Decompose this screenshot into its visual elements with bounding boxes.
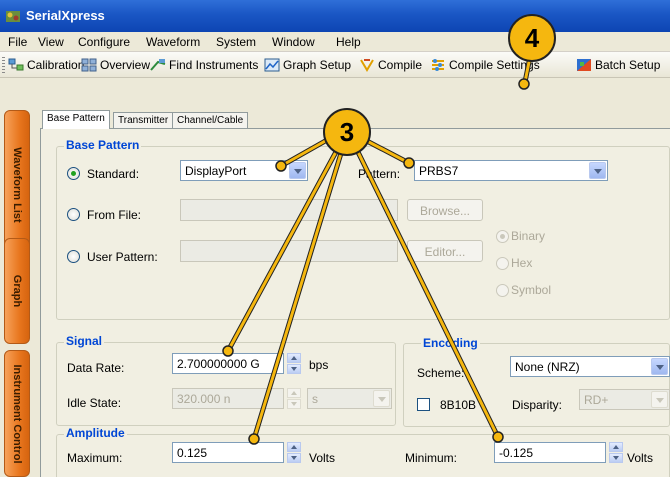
- pattern-label: Pattern:: [358, 167, 401, 181]
- graph-setup-button[interactable]: Graph Setup: [264, 57, 351, 73]
- overview-button[interactable]: Overview: [81, 57, 150, 73]
- side-tab-instrument-control[interactable]: Instrument Control: [4, 350, 30, 477]
- batch-setup-button[interactable]: Batch Setup: [576, 57, 660, 73]
- menu-view[interactable]: View: [38, 35, 64, 49]
- user-pattern-label: User Pattern:: [87, 250, 158, 264]
- standard-label: Standard:: [87, 167, 140, 181]
- calibration-label: Calibration: [27, 58, 85, 72]
- minimum-label: Minimum:: [405, 451, 458, 465]
- data-rate-unit: bps: [309, 358, 329, 372]
- batch-setup-icon: [577, 59, 591, 71]
- pattern-value: PRBS7: [419, 164, 459, 178]
- standard-value: DisplayPort: [185, 164, 247, 178]
- window-title: SerialXpress: [26, 8, 105, 23]
- maximum-unit: Volts: [309, 451, 336, 465]
- graph-setup-icon: [264, 58, 280, 72]
- from-file-radio[interactable]: [67, 208, 80, 221]
- side-tab-label: Waveform List: [11, 147, 23, 223]
- side-tab-label: Instrument Control: [11, 364, 23, 463]
- tab-channel-cable[interactable]: Channel/Cable: [172, 112, 249, 128]
- menu-waveform[interactable]: Waveform: [146, 35, 200, 49]
- from-file-input[interactable]: [180, 199, 398, 221]
- scheme-value: None (NRZ): [515, 360, 580, 374]
- callout-4: 4: [508, 14, 556, 62]
- hex-label: Hex: [511, 256, 533, 270]
- chevron-down-icon[interactable]: [589, 162, 606, 179]
- browse-button[interactable]: Browse...: [407, 199, 483, 221]
- menu-help[interactable]: Help: [336, 35, 361, 49]
- idle-state-unit-select[interactable]: s: [307, 388, 392, 409]
- compile-icon: [360, 59, 374, 72]
- disparity-label: Disparity:: [512, 398, 563, 412]
- standard-radio[interactable]: [67, 167, 80, 180]
- side-tab-graph[interactable]: Graph: [4, 238, 30, 344]
- disparity-value: RD+: [584, 393, 609, 407]
- maximum-input[interactable]: 0.125: [172, 442, 284, 463]
- toolbar: Calibration Overview Find Instruments Gr…: [0, 52, 670, 78]
- from-file-label: From File:: [87, 208, 141, 222]
- data-rate-label: Data Rate:: [67, 361, 125, 375]
- find-instruments-button[interactable]: Find Instruments: [150, 57, 258, 73]
- callout-3: 3: [323, 108, 371, 156]
- compile-label: Compile: [378, 58, 423, 72]
- graph-setup-label: Graph Setup: [283, 58, 352, 72]
- standard-select[interactable]: DisplayPort: [180, 160, 308, 181]
- scheme-select[interactable]: None (NRZ): [510, 356, 670, 377]
- title-bar: SerialXpress: [0, 0, 670, 32]
- disparity-select[interactable]: RD+: [579, 389, 670, 410]
- side-tab-label: Graph: [11, 274, 23, 308]
- amplitude-group-title: Amplitude: [64, 426, 127, 440]
- calibration-button[interactable]: Calibration: [8, 57, 84, 73]
- tab-transmitter[interactable]: Transmitter: [113, 112, 174, 128]
- minimum-stepper[interactable]: [609, 442, 623, 463]
- editor-button[interactable]: Editor...: [407, 240, 483, 262]
- minimum-unit: Volts: [627, 451, 654, 465]
- 8b10b-checkbox[interactable]: [417, 398, 430, 411]
- data-rate-input[interactable]: 2.700000000 G: [172, 353, 284, 374]
- binary-label: Binary: [511, 229, 546, 243]
- menu-file[interactable]: File: [8, 35, 27, 49]
- side-tab-strip: Waveform List Graph Instrument Control: [0, 78, 36, 477]
- idle-state-input[interactable]: 320.000 n: [172, 388, 284, 409]
- find-instruments-label: Find Instruments: [169, 58, 259, 72]
- symbol-radio[interactable]: [496, 284, 509, 297]
- pattern-select[interactable]: PRBS7: [414, 160, 608, 181]
- user-pattern-radio[interactable]: [67, 250, 80, 263]
- app-icon: [6, 11, 20, 22]
- calibration-icon: [8, 58, 24, 71]
- maximum-stepper[interactable]: [287, 442, 301, 463]
- binary-radio[interactable]: [496, 230, 509, 243]
- idle-state-label: Idle State:: [67, 396, 122, 410]
- base-pattern-group-title: Base Pattern: [64, 138, 142, 152]
- minimum-input[interactable]: -0.125: [494, 442, 606, 463]
- idle-state-unit: s: [312, 392, 318, 406]
- menu-system[interactable]: System: [216, 35, 256, 49]
- signal-group-title: Signal: [64, 334, 105, 348]
- maximum-label: Maximum:: [67, 451, 123, 465]
- menu-window[interactable]: Window: [272, 35, 315, 49]
- 8b10b-label: 8B10B: [440, 398, 477, 412]
- chevron-down-icon[interactable]: [289, 162, 306, 179]
- encoding-group-title: Encoding: [421, 336, 480, 350]
- chevron-down-icon[interactable]: [373, 390, 390, 407]
- chevron-down-icon[interactable]: [651, 391, 668, 408]
- overview-icon: [81, 58, 97, 72]
- hex-radio[interactable]: [496, 257, 509, 270]
- batch-setup-label: Batch Setup: [595, 58, 661, 72]
- compile-button[interactable]: Compile: [359, 57, 422, 73]
- user-pattern-input[interactable]: [180, 240, 398, 262]
- symbol-label: Symbol: [511, 283, 552, 297]
- compile-settings-icon: [432, 59, 444, 71]
- idle-state-stepper[interactable]: [287, 388, 301, 409]
- scheme-label: Scheme:: [417, 366, 465, 380]
- menu-bar: File View Configure Waveform System Wind…: [0, 32, 670, 52]
- data-rate-stepper[interactable]: [287, 353, 301, 374]
- overview-label: Overview: [100, 58, 151, 72]
- toolbar-grip-icon[interactable]: [2, 57, 5, 73]
- chevron-down-icon[interactable]: [651, 358, 668, 375]
- find-instruments-icon: [150, 59, 166, 71]
- menu-configure[interactable]: Configure: [78, 35, 130, 49]
- tab-base-pattern[interactable]: Base Pattern: [42, 110, 110, 129]
